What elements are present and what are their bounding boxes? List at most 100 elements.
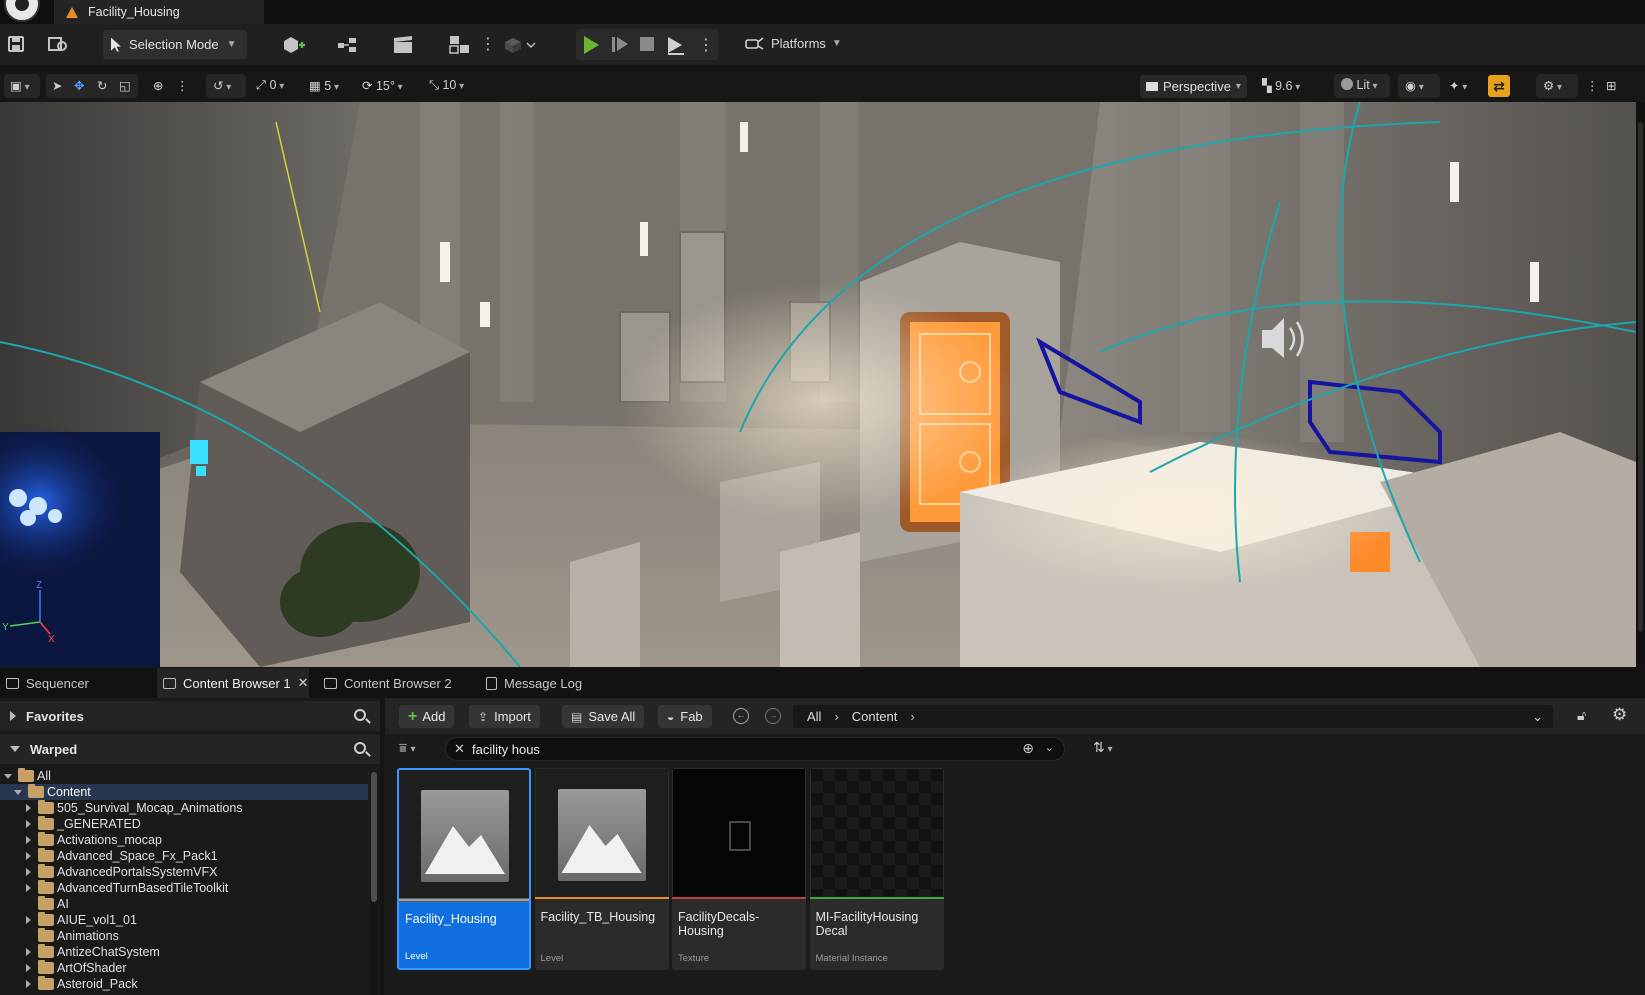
tree-item[interactable]: Advanced_Space_Fx_Pack1 — [0, 848, 368, 864]
blueprints-icon[interactable] — [337, 35, 357, 55]
select-mode-icon[interactable]: ▣ ▾ — [10, 78, 30, 93]
breadcrumb-all[interactable]: All — [807, 709, 821, 724]
sort-icon[interactable]: ⇅ ▾ — [1093, 739, 1113, 756]
close-tab-icon[interactable]: ✕ — [298, 675, 309, 691]
fab-button[interactable]: ◒ Fab — [658, 705, 712, 728]
search-icon[interactable] — [354, 709, 366, 721]
expand-arrow-icon[interactable] — [24, 803, 34, 813]
tree-item[interactable]: _GENERATED — [0, 816, 368, 832]
tree-item[interactable]: All — [0, 768, 368, 784]
translate-icon[interactable]: ✥ — [74, 78, 84, 93]
viewport-settings-icon[interactable]: ⚙ ▾ — [1543, 78, 1562, 93]
content-browser-icon[interactable] — [48, 35, 68, 55]
add-actor-icon[interactable] — [282, 35, 305, 55]
play-button[interactable] — [584, 36, 599, 54]
save-all-button[interactable]: ▤ Save All — [562, 705, 645, 728]
select-arrow-icon[interactable]: ➤ — [52, 78, 62, 93]
chevron-right-icon[interactable]: › — [910, 709, 914, 724]
more-options-icon[interactable]: ⋮ — [176, 78, 189, 93]
search-icon[interactable] — [354, 742, 366, 754]
game-view-toggle-icon[interactable]: ⇄ — [1488, 75, 1510, 97]
tab-sequencer[interactable]: Sequencer — [0, 668, 150, 698]
add-button[interactable]: + Add — [399, 705, 455, 728]
show-flags-icon[interactable]: ◉ ▾ — [1405, 78, 1424, 93]
tab-content-browser-2[interactable]: Content Browser 2 — [318, 668, 468, 698]
chevron-right-icon[interactable]: › — [834, 709, 838, 724]
tree-item[interactable]: Animations — [0, 928, 368, 944]
rotate-icon[interactable]: ↻ — [97, 78, 107, 93]
forward-history-icon[interactable]: → — [765, 708, 781, 724]
asset-tile[interactable]: MI-FacilityHousing Decal Material Instanc… — [809, 768, 944, 970]
expand-arrow-icon[interactable] — [24, 851, 34, 861]
tree-item[interactable]: 505_Survival_Mocap_Animations — [0, 800, 368, 816]
build-icon[interactable] — [502, 35, 536, 55]
collapse-arrow-icon[interactable] — [14, 787, 24, 797]
expand-arrow-icon[interactable] — [24, 835, 34, 845]
settings-gear-icon[interactable]: ⚙ — [1612, 705, 1627, 725]
tree-item[interactable]: AdvancedTurnBasedTileToolkit — [0, 880, 368, 896]
tab-content-browser-1[interactable]: Content Browser 1 ✕ — [157, 668, 309, 698]
tree-item[interactable]: ArtOfShader — [0, 960, 368, 976]
tree-item[interactable]: Activations_mocap — [0, 832, 368, 848]
favorites-header[interactable]: Favorites — [0, 701, 380, 731]
expand-arrow-icon[interactable] — [24, 819, 34, 829]
asset-tile[interactable]: Facility_Housing Level — [397, 768, 531, 970]
play-options-icon[interactable]: ⋮ — [698, 35, 714, 55]
clear-search-icon[interactable]: ✕ — [454, 741, 465, 757]
save-icon[interactable] — [6, 35, 26, 55]
tree-item[interactable]: AIUE_vol1_01 — [0, 912, 368, 928]
project-header[interactable]: Warped — [0, 734, 380, 764]
tree-item-label: Animations — [57, 929, 119, 943]
tree-item[interactable]: Content — [0, 784, 368, 800]
search-input[interactable] — [472, 740, 972, 758]
collapse-arrow-icon[interactable] — [4, 771, 14, 781]
expand-arrow-icon[interactable] — [24, 947, 34, 957]
level-document-tab[interactable]: Facility_Housing — [54, 0, 264, 24]
scale-snap-button[interactable]: ⤡ 10 ▾ — [429, 78, 464, 93]
platforms-dropdown[interactable]: Platforms ▼ — [745, 35, 842, 51]
surface-snapping-icon[interactable]: ↺ ▾ — [213, 78, 231, 93]
import-button[interactable]: ⇪ Import — [469, 705, 540, 728]
tab-message-log[interactable]: Message Log — [480, 668, 620, 698]
realtime-options-icon[interactable]: ✦ ▾ — [1449, 78, 1467, 93]
scale-icon[interactable]: ◱ — [119, 78, 131, 93]
add-filter-icon[interactable]: ⊕ — [1022, 740, 1034, 757]
rotation-snap-button[interactable]: ⟳ 15° ▾ — [362, 78, 403, 93]
chevron-down-icon[interactable]: ⌄ — [1532, 709, 1543, 725]
advance-frame-icon[interactable] — [612, 37, 615, 52]
level-viewport[interactable]: Z Y X — [0, 102, 1636, 667]
cinematics-icon[interactable] — [393, 35, 413, 55]
viewport-layout-icon[interactable]: ⊞ — [1606, 78, 1616, 93]
filter-icon[interactable]: ⩸ ▾ — [399, 740, 416, 756]
tree-item[interactable]: AI — [0, 896, 368, 912]
world-coordinates-icon[interactable]: ⊕ — [153, 78, 163, 93]
asset-tile[interactable]: Facility_TB_Housing Level — [534, 768, 669, 970]
folder-tree-scrollbar[interactable] — [370, 772, 378, 995]
modes-icon[interactable] — [449, 35, 469, 55]
more-options-icon[interactable]: ⋮ — [1586, 78, 1599, 93]
expand-arrow-icon[interactable] — [24, 979, 34, 989]
grid-snap-button[interactable]: ▦ 5 ▾ — [309, 78, 339, 93]
viewport-scrollbar[interactable] — [1636, 102, 1645, 667]
expand-arrow-icon[interactable] — [24, 915, 34, 925]
stop-button[interactable] — [640, 37, 654, 51]
eject-button[interactable] — [668, 37, 682, 53]
unreal-logo-icon[interactable] — [4, 0, 40, 22]
back-history-icon[interactable]: ← — [733, 708, 749, 724]
more-options-icon[interactable]: ⋮ — [480, 35, 496, 55]
camera-speed-button[interactable]: ▚ 9.6 ▾ — [1262, 78, 1300, 93]
view-mode-dropdown[interactable]: Lit ▾ — [1341, 78, 1378, 92]
breadcrumb-content[interactable]: Content — [852, 709, 898, 724]
tree-item[interactable]: AdvancedPortalsSystemVFX — [0, 864, 368, 880]
expand-arrow-icon[interactable] — [24, 963, 34, 973]
tree-item[interactable]: Asteroid_Pack — [0, 976, 368, 992]
expand-arrow-icon[interactable] — [24, 883, 34, 893]
expand-arrow-icon[interactable] — [24, 867, 34, 877]
grid-snap-rotate-icon[interactable]: ⤢ 0 ▾ — [256, 78, 284, 93]
selection-mode-dropdown[interactable]: Selection Mode ▼ — [103, 30, 247, 59]
perspective-dropdown[interactable]: Perspective ▾ — [1140, 75, 1247, 98]
tree-item[interactable]: AntizeChatSystem — [0, 944, 368, 960]
lock-icon[interactable]: 🔓︎ — [1577, 707, 1586, 724]
asset-tile[interactable]: FacilityDecals-Housing Texture — [672, 768, 806, 970]
chevron-down-icon[interactable]: ⌄ — [1045, 741, 1054, 754]
